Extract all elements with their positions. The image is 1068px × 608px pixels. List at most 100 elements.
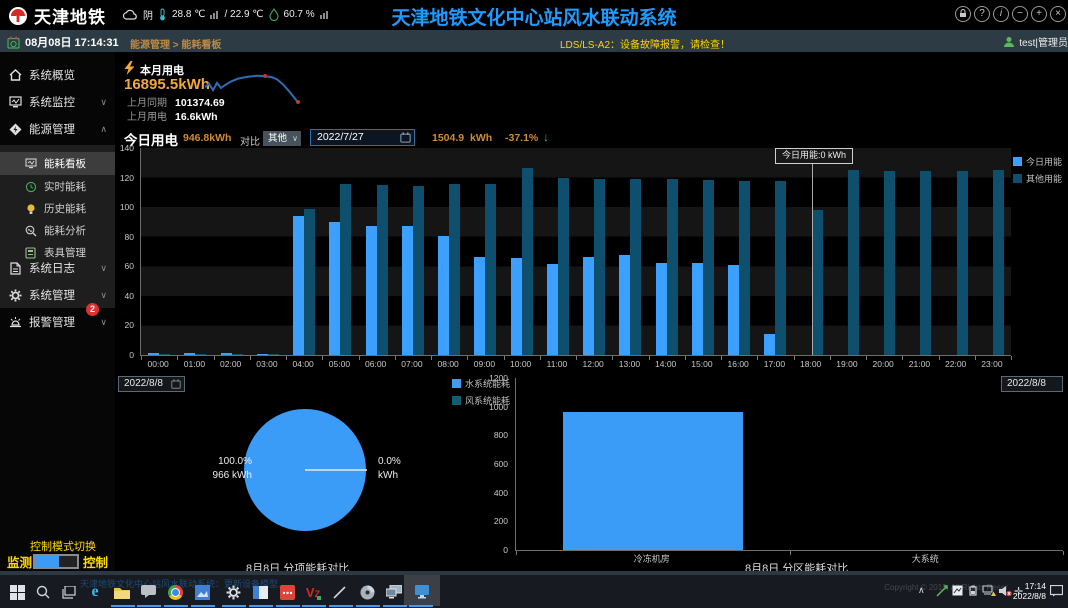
settings-gear-icon[interactable]: [224, 583, 242, 601]
tray-app-icon[interactable]: [952, 585, 963, 598]
app-window-icon[interactable]: [251, 583, 269, 601]
logo-text: 天津地铁: [34, 3, 106, 28]
sidebar-item-alarm-management[interactable]: 报警管理 2 ∨: [0, 309, 115, 335]
compare-date-value: 2022/7/27: [317, 131, 364, 143]
sidebar-item-system-settings[interactable]: 系统管理 ∨: [0, 282, 115, 308]
pie-date-picker[interactable]: 2022/8/8: [118, 376, 185, 392]
chrome-icon[interactable]: [166, 583, 184, 601]
legend-swatch: [1013, 157, 1022, 166]
x-axis-label: 22:00: [938, 359, 974, 369]
sidebar-item-energy-dashboard[interactable]: 能耗看板: [0, 152, 115, 175]
item-pie-chart: [243, 408, 367, 532]
x-axis-label: 06:00: [358, 359, 394, 369]
disc-app-icon[interactable]: [358, 583, 376, 601]
task-view-icon[interactable]: [60, 583, 78, 601]
zone-date-picker[interactable]: 2022/8/8: [1001, 376, 1063, 392]
display-settings-icon[interactable]: [385, 583, 403, 601]
start-button[interactable]: [8, 583, 26, 601]
active-monitor-app-icon[interactable]: [413, 583, 431, 601]
humidity-icon: [269, 8, 279, 21]
sidebar-item-label: 系统管理: [29, 287, 75, 303]
sidebar-item-system-overview[interactable]: 系统概览: [0, 62, 115, 88]
search-icon[interactable]: [34, 583, 52, 601]
y-axis-label: 0: [112, 350, 134, 360]
sidebar-item-realtime-energy[interactable]: 实时能耗: [0, 175, 115, 198]
temp-low: / 22.9 ℃: [224, 9, 263, 20]
hourly-chart-ylabels: 020406080100120140: [112, 148, 138, 355]
open-app-indicator: [111, 605, 135, 607]
sidebar-item-system-log[interactable]: 系统日志 ∨: [0, 255, 115, 281]
pen-tool-icon[interactable]: [331, 583, 349, 601]
help-icon[interactable]: ?: [974, 6, 990, 22]
hourly-bar: [449, 184, 460, 355]
tray-chevron-up-icon[interactable]: ∧: [918, 585, 925, 596]
logo: 天津地铁: [8, 3, 106, 28]
zone-date-value: 2022/8/8: [1007, 378, 1046, 389]
control-mode-toggle[interactable]: [33, 554, 79, 569]
open-app-indicator: [276, 605, 300, 607]
close-icon[interactable]: ×: [1050, 6, 1066, 22]
hourly-bar: [304, 209, 315, 355]
compare-mode-select[interactable]: 其他 ∨: [263, 131, 301, 146]
calendar-icon: [7, 36, 20, 49]
info-icon[interactable]: i: [993, 6, 1009, 22]
analysis-icon: [24, 224, 37, 237]
breadcrumb[interactable]: 能源管理 > 能耗看板: [130, 36, 221, 51]
tray-usb-icon[interactable]: [936, 585, 948, 599]
open-app-indicator: [356, 605, 380, 607]
cloud-icon: [122, 9, 138, 21]
lightning-icon: [123, 61, 136, 75]
calendar-icon: [171, 379, 181, 389]
x-axis-label: 21:00: [901, 359, 937, 369]
sidebar-item-history-energy[interactable]: 历史能耗: [0, 197, 115, 220]
red-app-icon[interactable]: [278, 583, 296, 601]
notification-center-icon[interactable]: [1050, 585, 1063, 599]
tray-volume-muted-icon[interactable]: [999, 585, 1012, 599]
maximize-icon[interactable]: +: [1031, 6, 1047, 22]
hourly-bar: [920, 171, 931, 355]
sidebar-item-label: 历史能耗: [44, 201, 86, 216]
chat-app-icon[interactable]: [139, 583, 157, 601]
compare-label: 对比: [240, 133, 260, 148]
monitor-icon: [9, 96, 22, 109]
tray-network-warning-icon[interactable]: [982, 585, 996, 599]
pie-slice-value: kWh: [378, 469, 401, 483]
open-app-indicator: [191, 605, 215, 607]
photos-app-icon[interactable]: [193, 583, 211, 601]
pie-slice-pct: 0.0%: [378, 455, 401, 469]
y-axis-label: 40: [112, 291, 134, 301]
taskbar-clock[interactable]: 17:14 2022/8/8: [1013, 581, 1046, 601]
hourly-bar: [293, 216, 304, 355]
open-app-indicator: [302, 605, 326, 607]
x-axis-label: 12:00: [575, 359, 611, 369]
vz-app-icon[interactable]: VZ: [304, 583, 322, 601]
y-axis-label: 600: [482, 459, 508, 469]
lock-icon[interactable]: [955, 6, 971, 22]
sidebar-item-energy-management[interactable]: 能源管理 ∧: [0, 116, 115, 142]
user-icon: [1003, 36, 1015, 48]
tray-battery-icon[interactable]: [967, 585, 979, 598]
pie-label-left: 100.0% 966 kWh: [160, 455, 252, 483]
info-bar: 08月08日 17:14:31 能源管理 > 能耗看板 LDS/LS-A2：设备…: [0, 30, 1068, 52]
hourly-bar: [522, 168, 533, 355]
compare-date-input[interactable]: 2022/7/27: [310, 129, 415, 146]
y-axis-label: 800: [482, 430, 508, 440]
sidebar-item-energy-analysis[interactable]: 能耗分析: [0, 219, 115, 242]
zone-chart-plot: [515, 378, 1063, 551]
hourly-chart-xlabels: 00:0001:0002:0003:0004:0005:0006:0007:00…: [140, 359, 1010, 371]
gear-icon: [9, 289, 22, 302]
minimize-icon[interactable]: −: [1012, 6, 1028, 22]
hourly-bar: [547, 264, 558, 355]
taskbar: 天津地铁文化中心站风水联动系统：更新设备模型... Copyright © 20…: [0, 575, 1068, 608]
humidity-value: 60.7 %: [284, 9, 315, 20]
internet-explorer-icon[interactable]: e: [86, 583, 104, 601]
file-explorer-icon[interactable]: [113, 583, 131, 601]
hourly-chart-legend[interactable]: 今日用能 其他用能: [1013, 155, 1062, 189]
monitor-mode-label: 监测: [7, 552, 32, 571]
x-axis-tick: [1063, 551, 1064, 555]
x-axis-label: 15:00: [684, 359, 720, 369]
sidebar-item-system-monitor[interactable]: 系统监控 ∨: [0, 89, 115, 115]
chevron-down-icon: ∨: [100, 97, 107, 108]
user-menu[interactable]: test|管理员: [1003, 34, 1068, 49]
hourly-bar: [329, 222, 340, 355]
